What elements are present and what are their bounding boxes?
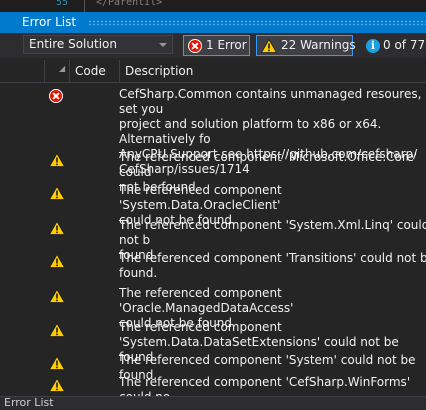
warning-icon <box>49 221 65 235</box>
editor-code-fragment: </ParentIl> <box>96 0 163 8</box>
editor-margin <box>84 0 85 12</box>
warning-row[interactable]: The referenced component 'Oracle.Managed… <box>0 286 426 330</box>
info-icon: i <box>366 39 380 53</box>
editor-line-number: 55 <box>56 0 69 8</box>
warning-icon <box>49 186 65 200</box>
editor-strip: 55 </ParentIl> <box>0 0 426 12</box>
warning-icon <box>49 254 65 268</box>
column-divider[interactable] <box>44 60 45 82</box>
warning-icon <box>49 356 65 370</box>
warning-row[interactable]: The referenced component 'System.Xml.Lin… <box>0 218 426 262</box>
column-divider[interactable] <box>69 60 70 82</box>
error-icon <box>49 89 63 103</box>
warning-icon <box>49 323 65 337</box>
warning-icon <box>49 289 65 303</box>
errors-filter-button[interactable]: 1 Error <box>183 35 250 56</box>
column-header-description[interactable]: Description <box>125 64 193 78</box>
warning-row[interactable]: The referenced component 'System' could … <box>0 353 426 382</box>
warning-row[interactable]: The referenced component 'CefSharp.WinFo… <box>0 375 426 396</box>
scope-dropdown[interactable]: Entire Solution <box>23 35 173 54</box>
tab-error-list[interactable]: Error List <box>0 396 426 410</box>
row-description: The referenced component 'CefSharp.WinFo… <box>119 375 411 396</box>
filter-icon[interactable]: ◢ <box>59 64 65 73</box>
warning-row[interactable]: The referenced component 'System.Data.Da… <box>0 320 426 364</box>
messages-filter-button[interactable]: i 0 of 77 M <box>362 35 426 56</box>
row-description: The referenced component 'Transitions' c… <box>119 251 426 280</box>
column-header-code[interactable]: Code <box>75 64 106 78</box>
column-header-row: ◢ Code Description <box>0 60 426 83</box>
error-icon <box>188 39 202 53</box>
errors-filter-label: 1 Error <box>206 38 247 52</box>
warnings-filter-label: 22 Warnings <box>281 38 356 52</box>
warning-icon <box>49 378 65 392</box>
column-divider[interactable] <box>119 60 120 82</box>
warning-row[interactable]: The referenced component 'Transitions' c… <box>0 251 426 281</box>
warning-row[interactable]: The referenced component 'System.Data.Or… <box>0 183 426 227</box>
error-list-tool-window: 55 </ParentIl> Error List Entire Solutio… <box>0 0 426 410</box>
window-title-bar[interactable]: Error List <box>0 12 426 33</box>
chevron-down-icon <box>159 43 167 47</box>
warning-icon <box>49 153 65 167</box>
error-list-rows[interactable]: CefSharp.Common contains unmanaged resou… <box>0 83 426 396</box>
window-title: Error List <box>22 15 77 29</box>
tab-error-list-label: Error List <box>4 396 54 409</box>
warnings-filter-button[interactable]: 22 Warnings <box>256 35 356 56</box>
error-list-toolbar: Entire Solution 1 Error 22 Warnings i 0 … <box>0 33 426 58</box>
scope-dropdown-value: Entire Solution <box>29 37 117 51</box>
warning-icon <box>261 39 277 53</box>
error-row[interactable]: CefSharp.Common contains unmanaged resou… <box>0 87 426 176</box>
title-drag-grip[interactable] <box>88 20 426 26</box>
warning-row[interactable]: The referenced component 'Microsoft.Offi… <box>0 150 426 194</box>
messages-filter-label: 0 of 77 M <box>383 38 426 52</box>
